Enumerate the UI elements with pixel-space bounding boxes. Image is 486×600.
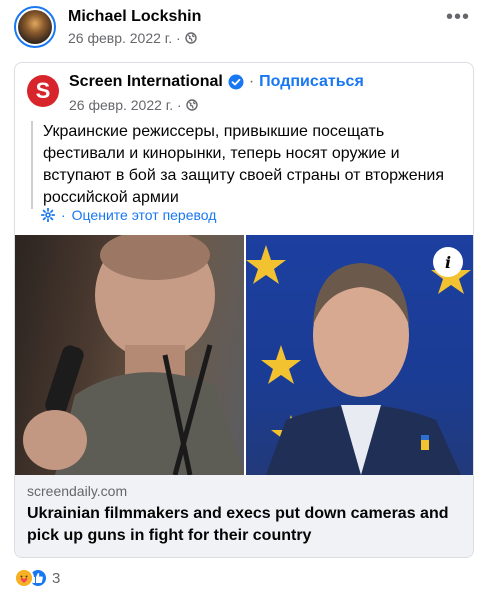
more-options-button[interactable]: ••• bbox=[446, 6, 470, 29]
page-logo[interactable]: S bbox=[27, 75, 59, 107]
shared-post-date[interactable]: 26 февр. 2022 г. · bbox=[69, 97, 182, 113]
info-button[interactable]: i bbox=[433, 247, 463, 277]
author-avatar[interactable] bbox=[14, 6, 56, 48]
reaction-count[interactable]: 3 bbox=[52, 570, 60, 587]
shared-post-meta: 26 февр. 2022 г. · bbox=[69, 97, 198, 113]
shared-post-card[interactable]: S Screen International · Подписаться 26 … bbox=[14, 62, 474, 558]
photo-man-with-microphone bbox=[15, 235, 244, 475]
shared-page-header: S Screen International · Подписаться 26 … bbox=[25, 71, 465, 119]
translate-separator: · bbox=[61, 207, 66, 223]
photo-man-with-eu-flag: i bbox=[246, 235, 473, 475]
post-date[interactable]: 26 февр. 2022 г. · bbox=[68, 30, 181, 46]
link-title[interactable]: Ukrainian filmmakers and execs put down … bbox=[27, 503, 463, 547]
subscribe-button[interactable]: Подписаться bbox=[259, 73, 364, 91]
verified-badge-icon bbox=[228, 74, 244, 90]
rate-translation-label[interactable]: Оцените этот перевод bbox=[72, 207, 217, 223]
link-preview-image[interactable]: i bbox=[15, 235, 473, 475]
globe-icon bbox=[184, 32, 197, 44]
gear-icon bbox=[41, 208, 55, 222]
post-header: Michael Lockshin 26 февр. 2022 г. · ••• bbox=[10, 6, 476, 52]
separator: · bbox=[248, 73, 255, 90]
globe-icon bbox=[185, 99, 198, 111]
rate-translation-link[interactable]: · Оцените этот перевод bbox=[41, 207, 216, 223]
translated-post-text: Украинские режиссеры, привыкшие посещать… bbox=[31, 121, 459, 209]
link-domain: screendaily.com bbox=[27, 483, 128, 499]
link-preview-footer[interactable]: screendaily.com Ukrainian filmmakers and… bbox=[15, 475, 473, 557]
page-name[interactable]: Screen International bbox=[69, 73, 223, 91]
post-meta: 26 февр. 2022 г. · bbox=[68, 30, 197, 46]
author-name[interactable]: Michael Lockshin bbox=[68, 8, 201, 26]
page-name-row: Screen International · Подписаться bbox=[69, 73, 364, 91]
care-reaction-icon bbox=[14, 568, 34, 588]
reactions-summary[interactable]: 3 bbox=[14, 568, 60, 588]
